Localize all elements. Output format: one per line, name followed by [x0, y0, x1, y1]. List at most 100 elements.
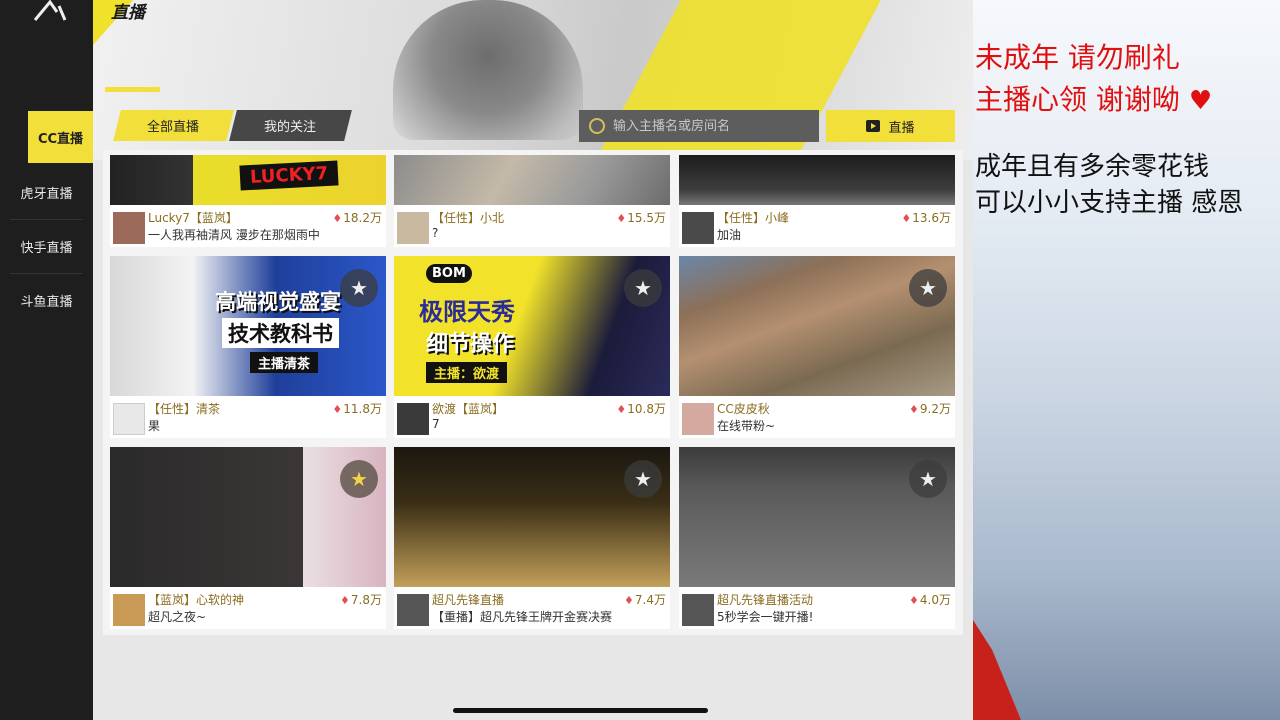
- search-icon: [589, 118, 605, 134]
- room-title: 5秒学会一键开播!: [717, 610, 814, 624]
- favorite-star-icon[interactable]: ★: [909, 269, 947, 307]
- favorite-star-icon[interactable]: ★: [340, 460, 378, 498]
- room-title: 超凡之夜~: [148, 610, 207, 624]
- heat-value: 9.2万: [919, 402, 951, 416]
- heat-count: ♦15.5万: [616, 209, 666, 226]
- stream-card[interactable]: 【任性】小峰 加油 ♦13.6万: [679, 155, 955, 247]
- stream-info: 【任性】小峰 加油 ♦13.6万: [679, 205, 955, 247]
- streamer-name: CC皮皮秋: [717, 402, 770, 416]
- stream-card[interactable]: 【任性】小北 ? ♦15.5万: [394, 155, 670, 247]
- stream-info: 超凡先锋直播 【重播】超凡先锋王牌开金赛决赛 ♦7.4万: [394, 587, 670, 629]
- stream-info: 【任性】清茶 果 ♦11.8万: [110, 396, 386, 438]
- heat-count: ♦9.2万: [909, 400, 951, 417]
- room-title: 加油: [717, 228, 742, 242]
- page-title: 直播: [111, 3, 145, 23]
- notice-line: 主播心领 谢谢呦 ♥: [975, 78, 1212, 118]
- heat-value: 4.0万: [919, 593, 951, 607]
- search-input[interactable]: [613, 118, 803, 134]
- avatar: [682, 594, 714, 626]
- thumbnail-text: 高端视觉盛宴: [215, 290, 341, 314]
- stream-card[interactable]: LUCKY7 Lucky7【蓝岚】 一人我再袖清风 漫步在那烟雨中 ♦18.2万: [110, 155, 386, 247]
- search-box[interactable]: [579, 110, 819, 142]
- heat-count: ♦4.0万: [909, 591, 951, 608]
- sidebar-item-douyu[interactable]: 斗鱼直播: [0, 274, 93, 326]
- stream-thumbnail: ★: [679, 256, 955, 396]
- title-underline: [105, 87, 160, 92]
- stream-info: 超凡先锋直播活动 5秒学会一键开播! ♦4.0万: [679, 587, 955, 629]
- favorite-star-icon[interactable]: ★: [909, 460, 947, 498]
- thumbnail-text: 细节操作: [426, 332, 515, 357]
- heat-value: 7.8万: [350, 593, 382, 607]
- go-live-button[interactable]: 直播: [826, 110, 955, 142]
- room-title: 果: [148, 419, 161, 433]
- avatar: [113, 594, 145, 626]
- sidebar-item-kuaishou[interactable]: 快手直播: [0, 220, 93, 272]
- stream-card[interactable]: ★ 超凡先锋直播 【重播】超凡先锋王牌开金赛决赛 ♦7.4万: [394, 447, 670, 629]
- streamer-name: 【蓝岚】心软的神: [148, 593, 245, 607]
- thumbnail-text: 主播清茶: [250, 352, 319, 373]
- thumbnail-text: 主播：欲渡: [426, 362, 508, 383]
- notice-text: 主播心领 谢谢呦: [975, 83, 1180, 116]
- stream-card[interactable]: BOM 极限天秀 细节操作 主播：欲渡 ★ 欲渡【蓝岚】 7 ♦10.8万: [394, 256, 670, 438]
- avatar: [113, 403, 145, 435]
- stream-card[interactable]: ★ 超凡先锋直播活动 5秒学会一键开播! ♦4.0万: [679, 447, 955, 629]
- heat-count: ♦7.4万: [624, 591, 666, 608]
- tab-all-live[interactable]: 全部直播: [113, 110, 234, 141]
- stream-card[interactable]: ★ CC皮皮秋 在线带粉~ ♦9.2万: [679, 256, 955, 438]
- notice-line: 成年且有多余零花钱: [975, 152, 1210, 182]
- avatar: [397, 212, 429, 244]
- heat-value: 15.5万: [627, 211, 666, 225]
- thumbnail-text: 极限天秀: [419, 298, 515, 326]
- thumbnail-text: BOM: [426, 264, 472, 283]
- streamer-name: 【任性】清茶: [148, 402, 221, 416]
- favorite-star-icon[interactable]: ★: [624, 269, 662, 307]
- sidebar-item-cc[interactable]: CC直播: [28, 111, 93, 163]
- heat-count: ♦18.2万: [332, 209, 382, 226]
- notice-line: 未成年 请勿刷礼: [975, 41, 1180, 74]
- stream-info: Lucky7【蓝岚】 一人我再袖清风 漫步在那烟雨中 ♦18.2万: [110, 205, 386, 247]
- streamer-name: 【任性】小峰: [717, 211, 790, 225]
- stream-thumbnail: ★: [110, 447, 386, 587]
- room-title: 一人我再袖清风 漫步在那烟雨中: [148, 228, 320, 242]
- flame-icon: ♦: [332, 403, 343, 416]
- stream-card[interactable]: 高端视觉盛宴 技术教科书 主播清茶 ★ 【任性】清茶 果 ♦11.8万: [110, 256, 386, 438]
- stream-info: 欲渡【蓝岚】 7 ♦10.8万: [394, 396, 670, 438]
- avatar: [682, 403, 714, 435]
- flame-icon: ♦: [340, 594, 350, 607]
- stream-card[interactable]: ★ 【蓝岚】心软的神 超凡之夜~ ♦7.8万: [110, 447, 386, 629]
- stream-thumbnail: 高端视觉盛宴 技术教科书 主播清茶 ★: [110, 256, 386, 396]
- tab-following[interactable]: 我的关注: [229, 110, 352, 141]
- heat-value: 10.8万: [627, 402, 666, 416]
- tab-label: 全部直播: [147, 120, 200, 135]
- tab-label: 我的关注: [264, 120, 317, 135]
- home-indicator: [453, 708, 708, 713]
- main-content: 直播 全部直播 我的关注 直播 LUCKY7 Lucky7【蓝岚】 一人我再袖清…: [93, 0, 973, 720]
- heat-value: 7.4万: [634, 593, 666, 607]
- flame-icon: ♦: [901, 212, 912, 225]
- decorative-shape: [973, 620, 1021, 720]
- streamer-name: 欲渡【蓝岚】: [432, 402, 505, 416]
- flame-icon: ♦: [909, 403, 919, 416]
- sidebar-item-huya[interactable]: 虎牙直播: [0, 166, 93, 218]
- sidebar: CC直播 虎牙直播 快手直播 斗鱼直播: [0, 0, 93, 720]
- hero-character-image: [393, 0, 583, 140]
- stream-thumbnail: BOM 极限天秀 细节操作 主播：欲渡 ★: [394, 256, 670, 396]
- thumbnail-text: 技术教科书: [222, 318, 339, 348]
- heat-count: ♦11.8万: [332, 400, 382, 417]
- stream-grid: LUCKY7 Lucky7【蓝岚】 一人我再袖清风 漫步在那烟雨中 ♦18.2万…: [103, 150, 963, 635]
- flame-icon: ♦: [624, 594, 634, 607]
- favorite-star-icon[interactable]: ★: [624, 460, 662, 498]
- room-title: 在线带粉~: [717, 419, 776, 433]
- flame-icon: ♦: [616, 403, 627, 416]
- stream-thumbnail: ★: [394, 447, 670, 587]
- stream-info: 【蓝岚】心软的神 超凡之夜~ ♦7.8万: [110, 587, 386, 629]
- go-live-label: 直播: [888, 120, 915, 136]
- avatar: [397, 403, 429, 435]
- heat-count: ♦10.8万: [616, 400, 666, 417]
- favorite-star-icon[interactable]: ★: [340, 269, 378, 307]
- room-title: ?: [432, 226, 439, 240]
- flame-icon: ♦: [616, 212, 627, 225]
- avatar: [682, 212, 714, 244]
- streamer-name: 超凡先锋直播: [432, 593, 505, 607]
- stream-info: CC皮皮秋 在线带粉~ ♦9.2万: [679, 396, 955, 438]
